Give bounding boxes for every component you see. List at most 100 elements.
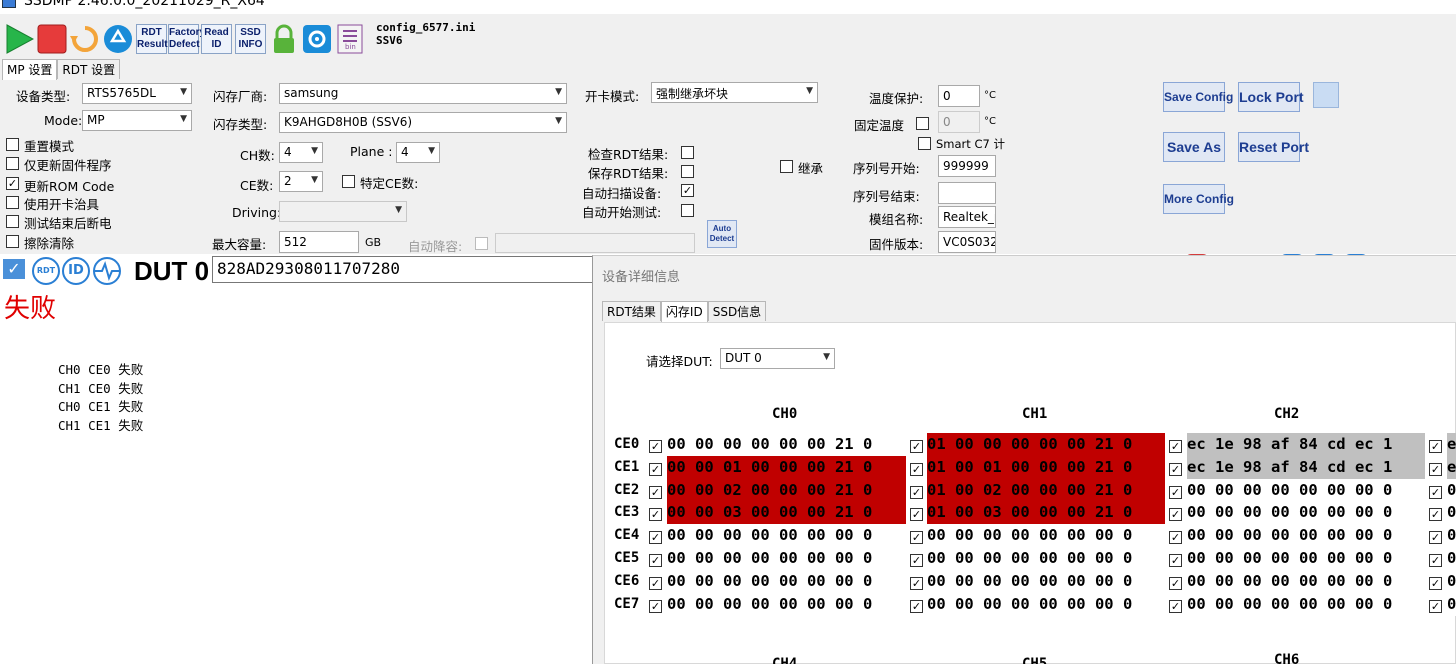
save-rdt-checkbox[interactable]: [681, 165, 694, 178]
ce-count-select[interactable]: 2 ▼: [279, 171, 323, 192]
ce-checkbox[interactable]: ✓: [1429, 531, 1442, 544]
ch-count-select[interactable]: 4 ▼: [279, 142, 323, 163]
ce-checkbox[interactable]: ✓: [1429, 577, 1442, 590]
title-bar: SSDMP 2.46.0.0_20211029_R_X64: [0, 0, 1456, 14]
lock-icon[interactable]: [269, 24, 299, 54]
tab-rdt-settings[interactable]: RDT 设置: [57, 59, 121, 79]
bin-file-icon[interactable]: bin: [335, 24, 365, 54]
ce-checkbox[interactable]: ✓: [1169, 577, 1182, 590]
option-checkbox-2[interactable]: ✓: [6, 177, 19, 190]
chevron-down-icon: ▼: [555, 116, 562, 126]
ce-checkbox[interactable]: ✓: [910, 600, 923, 613]
ce-checkbox[interactable]: ✓: [910, 463, 923, 476]
option-checkbox-1[interactable]: [6, 157, 19, 170]
ce-checkbox[interactable]: ✓: [910, 486, 923, 499]
recycle-icon[interactable]: [103, 24, 133, 54]
serial-start-input[interactable]: 999999: [938, 155, 996, 177]
open-mode-select[interactable]: 强制继承坏块 ▼: [651, 82, 818, 103]
ce-checkbox[interactable]: ✓: [1429, 440, 1442, 453]
ce-checkbox[interactable]: ✓: [1429, 463, 1442, 476]
ssd-info-button[interactable]: SSD INFO: [235, 24, 266, 54]
pulse-icon[interactable]: [92, 257, 122, 285]
id-status-icon[interactable]: ID: [62, 257, 90, 285]
reset-port-button[interactable]: Reset Port: [1238, 132, 1309, 162]
ce-checkbox[interactable]: ✓: [649, 440, 662, 453]
ce-checkbox[interactable]: ✓: [649, 577, 662, 590]
dut-select-checkbox[interactable]: ✓: [3, 259, 25, 279]
ce-checkbox[interactable]: ✓: [1169, 600, 1182, 613]
save-as-button[interactable]: Save As: [1163, 132, 1225, 162]
ce-checkbox[interactable]: ✓: [649, 463, 662, 476]
module-name-input[interactable]: Realtek_r: [938, 206, 996, 228]
auto-degrade-checkbox[interactable]: [475, 237, 488, 250]
ce-checkbox[interactable]: ✓: [1429, 600, 1442, 613]
ce-checkbox[interactable]: ✓: [910, 508, 923, 521]
ce-checkbox[interactable]: ✓: [1169, 440, 1182, 453]
ce-checkbox[interactable]: ✓: [910, 577, 923, 590]
device-type-select[interactable]: RTS5765DL ▼: [82, 83, 192, 104]
ce-checkbox[interactable]: ✓: [1169, 554, 1182, 567]
inherit-checkbox[interactable]: [780, 160, 793, 173]
auto-degrade-input[interactable]: [495, 233, 695, 253]
stop-icon[interactable]: [37, 24, 67, 54]
ce-checkbox[interactable]: ✓: [910, 554, 923, 567]
auto-scan-checkbox[interactable]: ✓: [681, 184, 694, 197]
ce-checkbox[interactable]: ✓: [1429, 508, 1442, 521]
tab-ssd-info[interactable]: SSD信息: [707, 301, 767, 321]
ce-checkbox[interactable]: ✓: [1169, 463, 1182, 476]
select-dut-dropdown[interactable]: DUT 0 ▼: [720, 348, 835, 369]
option-checkbox-3[interactable]: [6, 196, 19, 209]
dut-id-field[interactable]: 828AD29308011707280: [212, 256, 602, 283]
ce-checkbox[interactable]: ✓: [1169, 508, 1182, 521]
flash-type-select[interactable]: K9AHGD8H0B (SSV6) ▼: [279, 112, 567, 133]
serial-end-input[interactable]: [938, 182, 996, 204]
plane-select[interactable]: 4 ▼: [396, 142, 440, 163]
flash-id-cell: 00 00 00 00 00 00 00 0: [1187, 501, 1425, 524]
save-config-button[interactable]: Save Config: [1163, 82, 1233, 112]
temp-protect-input[interactable]: 0: [938, 85, 980, 107]
auto-scan-label: 自动扫描设备:: [582, 186, 662, 201]
fw-version-label: 固件版本:: [869, 237, 924, 252]
smart-c7-checkbox[interactable]: [918, 137, 931, 150]
tab-flash-id[interactable]: 闪存ID: [660, 301, 708, 322]
option-checkbox-0[interactable]: [6, 138, 19, 151]
ce-checkbox[interactable]: ✓: [1429, 554, 1442, 567]
driving-select[interactable]: ▼: [279, 201, 407, 222]
ce-checkbox[interactable]: ✓: [649, 554, 662, 567]
rdt-result-button[interactable]: RDT Result: [136, 24, 168, 54]
ce-checkbox[interactable]: ✓: [649, 600, 662, 613]
tab-rdt-result[interactable]: RDT结果: [602, 301, 661, 321]
ce-checkbox[interactable]: ✓: [649, 486, 662, 499]
fw-version-input[interactable]: VC0S032C: [938, 231, 996, 253]
specific-ce-checkbox[interactable]: [342, 175, 355, 188]
auto-detect-button[interactable]: Auto Detect: [707, 220, 737, 248]
mode-select[interactable]: MP ▼: [82, 110, 192, 131]
option-checkbox-4[interactable]: [6, 215, 19, 228]
option-checkbox-5[interactable]: [6, 235, 19, 248]
ce-checkbox[interactable]: ✓: [1429, 486, 1442, 499]
more-config-button[interactable]: More Config: [1163, 184, 1234, 214]
lock-port-button[interactable]: Lock Port: [1238, 82, 1304, 112]
auto-start-checkbox[interactable]: [681, 204, 694, 217]
ce-checkbox[interactable]: ✓: [649, 508, 662, 521]
ce-checkbox[interactable]: ✓: [1169, 531, 1182, 544]
fixed-temp-checkbox[interactable]: [916, 117, 929, 130]
ce-checkbox[interactable]: ✓: [910, 531, 923, 544]
factory-defect-button[interactable]: Factory Defect: [168, 24, 205, 54]
ce-checkbox[interactable]: ✓: [910, 440, 923, 453]
flash-vendor-select[interactable]: samsung ▼: [279, 83, 567, 104]
max-capacity-input[interactable]: 512: [279, 231, 359, 253]
fixed-temp-input[interactable]: 0: [938, 111, 980, 133]
refresh-icon[interactable]: [70, 24, 100, 54]
check-rdt-checkbox[interactable]: [681, 146, 694, 159]
gear-icon[interactable]: [302, 24, 332, 54]
tab-mp-settings[interactable]: MP 设置: [2, 59, 58, 80]
auto-degrade-label: 自动降容:: [408, 239, 463, 254]
ce-checkbox[interactable]: ✓: [1169, 486, 1182, 499]
play-icon[interactable]: [4, 24, 34, 54]
ce-checkbox[interactable]: ✓: [649, 531, 662, 544]
rdt-status-icon[interactable]: RDT: [32, 257, 60, 285]
port-status-indicator[interactable]: [1313, 82, 1339, 108]
ch-count-value: 4: [284, 145, 292, 159]
read-id-button[interactable]: Read ID: [201, 24, 232, 54]
